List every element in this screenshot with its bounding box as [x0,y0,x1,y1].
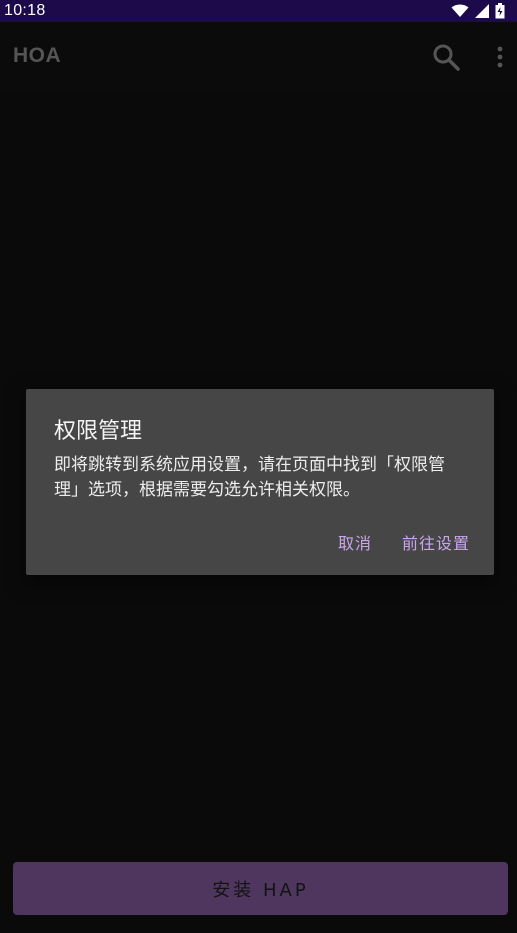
cancel-button[interactable]: 取消 [338,530,372,554]
dialog-message: 即将跳转到系统应用设置，请在页面中找到「权限管理」选项，根据需要勾选允许相关权限… [54,455,445,500]
battery-charging-icon [495,3,505,19]
status-time: 10:18 [4,2,46,19]
search-icon[interactable] [431,42,461,72]
install-hap-button[interactable]: 安装 HAP [13,862,508,915]
go-to-settings-button[interactable]: 前往设置 [402,530,470,554]
wifi-icon [451,4,469,17]
permission-dialog: 权限管理 即将跳转到系统应用设置，请在页面中找到「权限管理」选项，根据需要勾选允… [26,389,494,575]
more-vert-icon[interactable] [494,44,506,70]
signal-icon [475,4,489,18]
dialog-actions: 取消 前往设置 [338,530,470,554]
app-title: HOA [13,44,62,67]
status-icons [451,3,505,19]
dialog-title: 权限管理 [54,419,143,444]
app-bar: HOA [0,22,517,90]
status-bar: 10:18 [0,0,517,22]
